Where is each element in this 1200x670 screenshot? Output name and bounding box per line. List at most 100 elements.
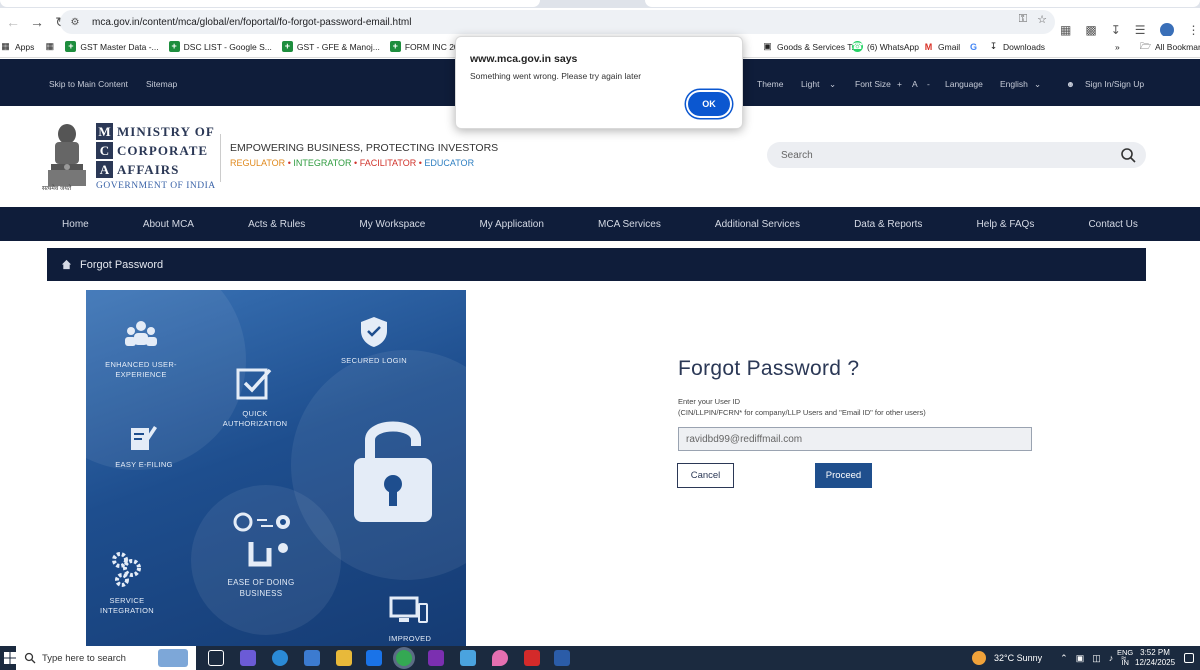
weather-text[interactable]: 32°C Sunny	[994, 653, 1042, 663]
bookmark-google[interactable]: G	[968, 41, 979, 52]
task-view-icon[interactable]	[208, 650, 224, 666]
header-divider	[220, 134, 221, 182]
bookmark-item[interactable]: + GST - GFE & Manoj...	[281, 41, 380, 52]
weather-icon[interactable]	[972, 651, 986, 665]
word-icon[interactable]	[554, 650, 570, 666]
site-info-icon[interactable]: ⚙	[68, 15, 82, 29]
cancel-button[interactable]: Cancel	[677, 463, 734, 488]
logo-letter: M	[96, 123, 113, 140]
browser-tabstrip	[0, 0, 1200, 8]
theme-select[interactable]: Light	[801, 79, 819, 89]
font-increase-button[interactable]: +	[897, 79, 902, 89]
language-select[interactable]: English	[1000, 79, 1028, 89]
system-tray: 32°C Sunny ⌃ ▣ ◫ ♪ ≈	[972, 646, 1126, 670]
address-bar[interactable]: ⚙ mca.gov.in/content/mca/global/en/fopor…	[60, 10, 1055, 34]
grid-icon: ▦	[45, 41, 55, 51]
maps-icon[interactable]	[492, 650, 508, 666]
acrobat-icon[interactable]	[524, 650, 540, 666]
copilot-icon[interactable]	[240, 650, 256, 666]
folder-icon: 🗁	[1139, 40, 1152, 51]
logo-word: AFFAIRS	[117, 161, 180, 177]
bookmark-label: DSC LIST - Google S...	[183, 41, 272, 52]
bookmark-item[interactable]: ☎ (6) WhatsApp	[852, 41, 919, 52]
nav-my-application[interactable]: My Application	[479, 219, 543, 230]
taskbar-search[interactable]: Type here to search	[16, 646, 196, 670]
menu-icon[interactable]: ⋮	[1188, 23, 1200, 37]
browser-tab[interactable]	[0, 0, 540, 7]
bookmark-item[interactable]: ↧ Downloads	[988, 41, 1045, 52]
search-input[interactable]: Search	[767, 142, 1146, 168]
sitemap-link[interactable]: Sitemap	[146, 79, 177, 89]
government-of-india: GOVERNMENT OF INDIA	[96, 181, 216, 191]
battery-icon[interactable]: ◫	[1092, 653, 1101, 664]
nav-help-faqs[interactable]: Help & FAQs	[977, 219, 1035, 230]
nav-contact-us[interactable]: Contact Us	[1088, 219, 1137, 230]
logo-word: CORPORATE	[117, 142, 209, 158]
chrome-icon[interactable]	[396, 650, 412, 666]
sheets-icon: +	[389, 41, 401, 52]
skip-link[interactable]: Skip to Main Content	[49, 79, 128, 89]
profile-icon[interactable]	[1159, 23, 1174, 37]
search-icon[interactable]	[1120, 147, 1136, 163]
nav-my-workspace[interactable]: My Workspace	[359, 219, 425, 230]
mca-logo[interactable]: M MINISTRY OF C CORPORATE A AFFAIRS	[96, 122, 215, 179]
input-language[interactable]: ENG IN	[1117, 648, 1133, 668]
language-label: Language	[945, 79, 983, 89]
more-bookmarks-icon[interactable]: »	[1115, 42, 1120, 52]
chevron-down-icon[interactable]: ⌄	[829, 79, 836, 90]
logo-letter: C	[96, 142, 113, 159]
nav-data-reports[interactable]: Data & Reports	[854, 219, 922, 230]
promo-label: SECURED LOGIN	[341, 356, 407, 365]
nav-additional-services[interactable]: Additional Services	[715, 219, 800, 230]
signin-link[interactable]: Sign In/Sign Up	[1085, 79, 1144, 89]
app-icon[interactable]	[460, 650, 476, 666]
font-decrease-button[interactable]: -	[927, 79, 930, 89]
download-icon[interactable]: ↧	[1111, 23, 1121, 37]
user-icon: ☻	[1066, 79, 1075, 89]
bookmark-item[interactable]: ▣ Goods & Services T...	[762, 41, 859, 52]
bookmark-item[interactable]: + GST Master Data -...	[65, 41, 159, 52]
chevron-down-icon[interactable]: ⌄	[1034, 79, 1041, 90]
star-icon[interactable]: ☆	[1037, 13, 1047, 26]
bookmark-label: GST - GFE & Manoj...	[296, 41, 380, 52]
clock-date: 12/24/2025	[1135, 658, 1176, 668]
bookmark-grid[interactable]: ▦	[44, 41, 55, 52]
speaker-icon[interactable]: ♪	[1109, 653, 1114, 663]
extension-icon[interactable]: ▦	[1060, 23, 1071, 37]
bookmark-apps[interactable]: ▦ Apps	[0, 41, 34, 52]
bookmark-item[interactable]: + DSC LIST - Google S...	[168, 41, 272, 52]
chevron-up-icon[interactable]: ⌃	[1060, 653, 1068, 664]
network-icon[interactable]: ▣	[1076, 653, 1085, 664]
font-reset-button[interactable]: A	[912, 79, 918, 89]
ok-button[interactable]: OK	[688, 92, 730, 116]
key-icon[interactable]: ⚿	[1019, 13, 1027, 26]
settings-icon[interactable]: ☰	[1135, 23, 1146, 37]
lang-region: IN	[1121, 657, 1129, 667]
proceed-button[interactable]: Proceed	[815, 463, 872, 488]
system-clock[interactable]: 3:52 PM 12/24/2025	[1135, 648, 1175, 669]
bookmark-label: Goods & Services T...	[777, 41, 859, 52]
bookmark-item[interactable]: M Gmail	[923, 41, 960, 52]
store-icon[interactable]	[304, 650, 320, 666]
notification-icon[interactable]	[1184, 653, 1194, 663]
home-icon[interactable]	[61, 259, 72, 270]
dialog-title: www.mca.gov.in says	[470, 53, 578, 65]
browser-tab[interactable]	[645, 0, 1200, 7]
nav-home[interactable]: Home	[62, 219, 89, 230]
puzzle-icon[interactable]: ▩	[1085, 23, 1096, 37]
nav-about-mca[interactable]: About MCA	[143, 219, 194, 230]
promo-label: SERVICE INTEGRATION	[100, 596, 154, 616]
bookmark-label: GST Master Data -...	[80, 41, 159, 52]
userid-input[interactable]: ravidbd99@rediffmail.com	[678, 427, 1032, 451]
gears-icon	[112, 552, 141, 587]
download-icon: ↧	[989, 41, 998, 51]
app-icon[interactable]	[428, 650, 444, 666]
edge-icon[interactable]	[272, 650, 288, 666]
forward-icon[interactable]: →	[26, 11, 48, 33]
nav-acts-rules[interactable]: Acts & Rules	[248, 219, 305, 230]
mail-icon[interactable]	[366, 650, 382, 666]
file-explorer-icon[interactable]	[336, 650, 352, 666]
back-icon[interactable]: ←	[2, 11, 24, 33]
nav-mca-services[interactable]: MCA Services	[598, 219, 661, 230]
bookmark-item[interactable]: 🗁All Bookmarks	[1140, 41, 1200, 52]
